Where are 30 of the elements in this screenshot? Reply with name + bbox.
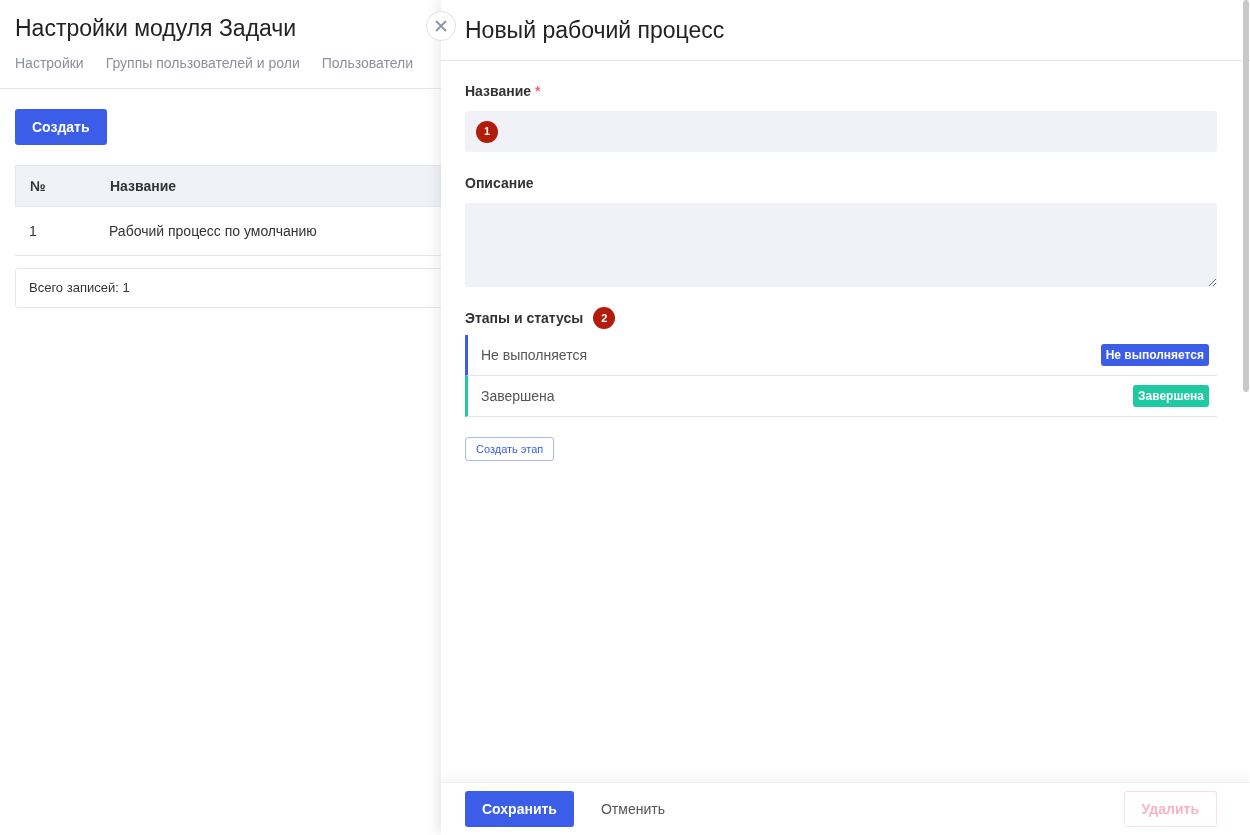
annotation-marker: 2: [593, 307, 616, 329]
page-title: Настройки модуля Задачи: [15, 14, 298, 42]
save-button[interactable]: Сохранить: [465, 791, 574, 827]
tab[interactable]: Настройки: [15, 53, 84, 74]
column-header: №: [29, 176, 47, 196]
create-stage-button[interactable]: Создать этап: [465, 437, 555, 461]
tab[interactable]: Пользователи: [321, 53, 414, 74]
stage-row[interactable]: Завершена Завершена: [465, 376, 1217, 417]
status-badge: Не выполняется: [1100, 344, 1209, 366]
stage-row[interactable]: Не выполняется Не выполняется: [465, 335, 1217, 376]
stage-name: Не выполняется: [481, 345, 587, 365]
close-icon: [434, 19, 448, 33]
column-header: Название: [110, 176, 177, 196]
annotation-marker: 1: [476, 120, 498, 143]
drawer-title: Новый рабочий процесс: [465, 15, 725, 45]
field-label: Описание: [465, 174, 535, 193]
table-cell-text: Рабочий процесс по умолчанию: [109, 221, 317, 241]
tab[interactable]: Группы пользователей и роли: [105, 53, 300, 74]
close-button[interactable]: [426, 11, 456, 41]
create-button[interactable]: Создать: [15, 109, 107, 145]
name-input-field[interactable]: 1: [465, 111, 1217, 152]
section-label: Этапы и статусы: [465, 308, 584, 328]
description-field[interactable]: [465, 203, 1217, 287]
status-badge: Завершена: [1133, 385, 1209, 407]
cancel-button[interactable]: Отменить: [583, 791, 682, 827]
stage-name: Завершена: [481, 386, 555, 406]
required-mark: *: [535, 82, 541, 101]
field-label: Название: [465, 82, 532, 101]
table-cell-text: 1: [28, 221, 38, 241]
records-count: Всего записей: 1: [29, 279, 130, 298]
